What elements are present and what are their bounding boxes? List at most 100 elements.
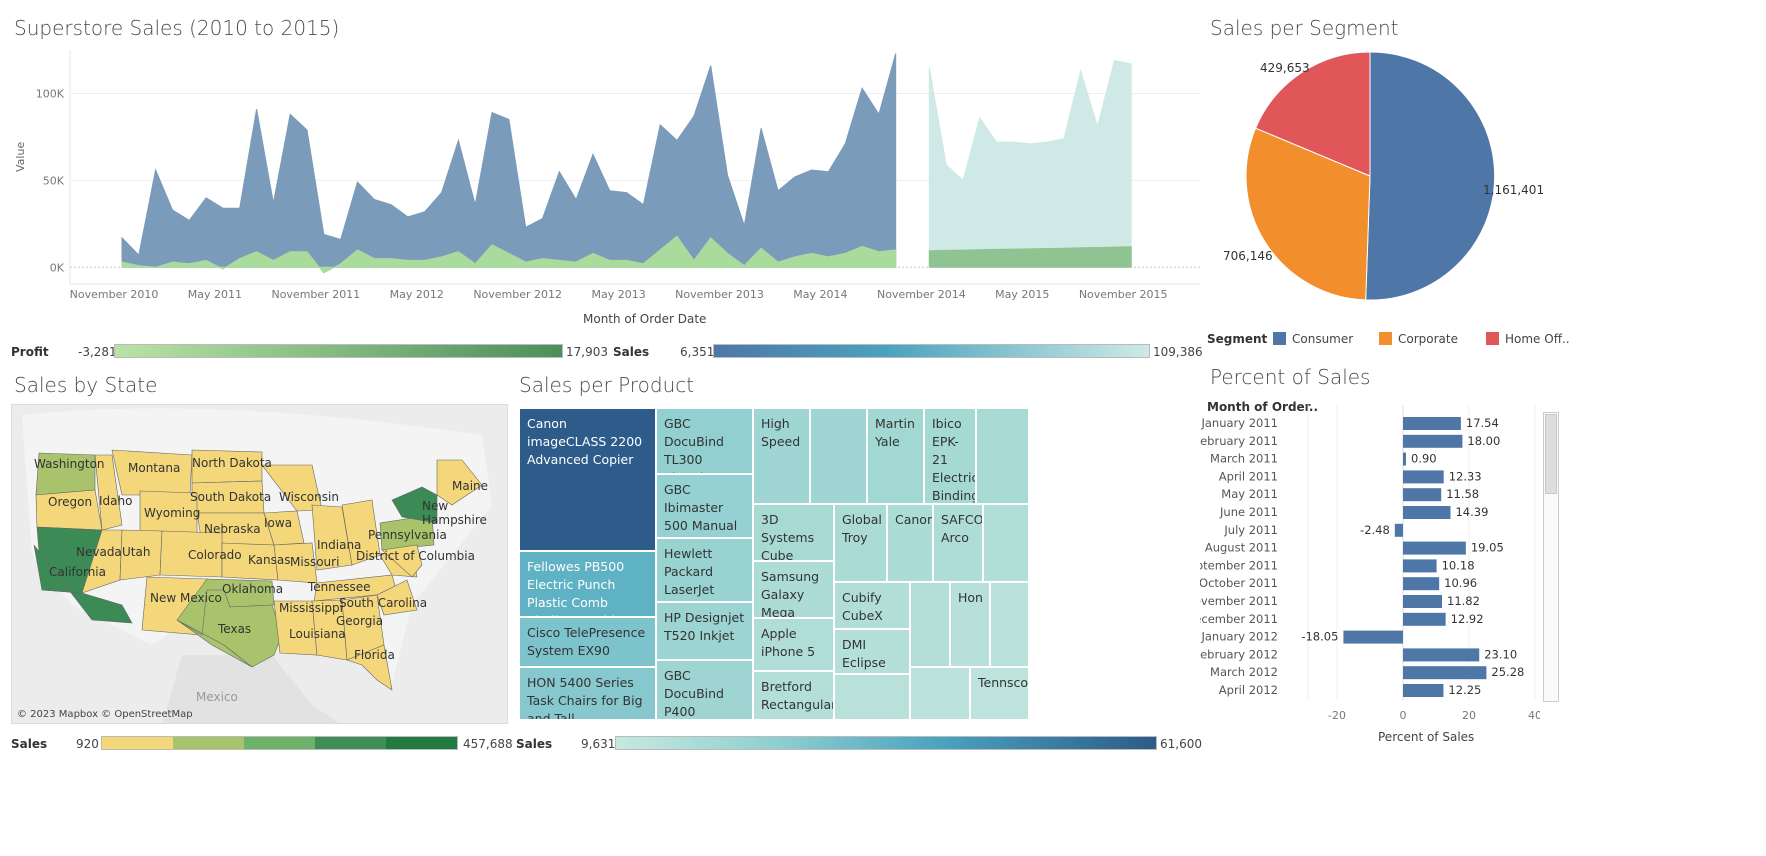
- home-office-swatch: [1486, 332, 1499, 345]
- sales-area[interactable]: [121, 53, 897, 268]
- segment-legend-title: Segment: [1207, 332, 1268, 346]
- treemap-cell[interactable]: [810, 408, 867, 504]
- percent-bar[interactable]: [1403, 417, 1461, 430]
- treemap-cell[interactable]: Apple iPhone 5: [753, 618, 834, 671]
- pie-label-corporate: 706,146: [1223, 249, 1273, 263]
- area-chart[interactable]: 100K 50K 0K November 2010 May 2011 November 2…: [0, 40, 1210, 340]
- treemap-cell[interactable]: Ibico EPK-21 Electric Binding System: [924, 408, 976, 504]
- percent-bar-value: 12.25: [1448, 683, 1481, 697]
- percent-bar[interactable]: [1403, 684, 1444, 697]
- treemap-cell[interactable]: SAFCO Arco: [933, 504, 983, 582]
- percent-bar-value: 0.90: [1411, 452, 1437, 466]
- map-credit[interactable]: © 2023 Mapbox © OpenStreetMap: [17, 709, 193, 720]
- state-label-south-dakota: South Dakota: [190, 490, 272, 504]
- treemap-cell[interactable]: GBC Ibimaster 500 Manual ProClick Bindin…: [656, 474, 753, 538]
- product-treemap[interactable]: Canon imageCLASS 2200 Advanced Copier GB…: [519, 408, 1029, 720]
- treemap-cell[interactable]: [976, 408, 1029, 504]
- area-x-tick: November 2010: [70, 288, 159, 301]
- percent-bar[interactable]: [1403, 595, 1443, 608]
- percent-bar[interactable]: [1403, 488, 1442, 502]
- treemap-cell[interactable]: Fellowes PB500 Electric Punch Plastic Co…: [519, 551, 656, 617]
- state-label-washington: Washington: [34, 457, 105, 471]
- sales-map[interactable]: Washington Montana North Dakota Oregon I…: [11, 404, 508, 724]
- percent-bar[interactable]: [1403, 541, 1466, 555]
- percent-x-tick: 0: [1400, 709, 1407, 722]
- treemap-cell[interactable]: [910, 582, 950, 667]
- treemap-cell[interactable]: Cubify CubeX 3D: [834, 582, 910, 629]
- sales-forecast-area[interactable]: [928, 59, 1132, 268]
- treemap-cell[interactable]: Bretford Rectangular: [753, 671, 834, 720]
- corporate-legend-label: Corporate: [1398, 332, 1458, 346]
- treemap-cell[interactable]: Cisco TelePresence System EX90: [519, 617, 656, 667]
- treemap-cell[interactable]: Samsung Galaxy Mega: [753, 561, 834, 618]
- percent-bar[interactable]: [1403, 506, 1451, 519]
- percent-bar[interactable]: [1403, 470, 1444, 484]
- sales-legend-min: 6,351: [680, 345, 715, 359]
- percent-scrollbar[interactable]: [1543, 412, 1559, 702]
- area-chart-title: Superstore Sales (2010 to 2015): [14, 16, 340, 40]
- percent-row-label: April 2012: [1219, 683, 1278, 697]
- percent-bar-value: 23.10: [1484, 647, 1517, 661]
- treemap-legend-max: 61,600: [1160, 737, 1202, 751]
- treemap-cell[interactable]: GBC DocuBind P400 Electric: [656, 660, 753, 720]
- treemap-cell[interactable]: Canon: [887, 504, 933, 582]
- treemap-cell[interactable]: High Speed: [753, 408, 810, 504]
- percent-bar[interactable]: [1403, 577, 1440, 591]
- percent-bar[interactable]: [1403, 648, 1480, 662]
- percent-row-label: August 2011: [1205, 541, 1278, 555]
- treemap-cell[interactable]: [983, 504, 1029, 582]
- percent-bar[interactable]: [1343, 630, 1403, 644]
- treemap-cell[interactable]: Hon: [950, 582, 990, 667]
- percent-bar[interactable]: [1403, 452, 1406, 466]
- treemap-cell[interactable]: GBC DocuBind TL300 Electric Binding Syst…: [656, 408, 753, 474]
- treemap-cell[interactable]: [910, 667, 970, 720]
- percent-row-label: July 2011: [1223, 523, 1278, 537]
- treemap-cell[interactable]: [834, 674, 910, 720]
- treemap-cell[interactable]: Global Troy: [834, 504, 887, 582]
- treemap-cell[interactable]: [990, 582, 1029, 667]
- percent-bar[interactable]: [1403, 559, 1437, 573]
- pie-slice-consumer[interactable]: [1365, 51, 1496, 301]
- pie-label-consumer: 1,161,401: [1483, 183, 1545, 197]
- state-label-indiana: Indiana: [317, 538, 362, 552]
- percent-title: Percent of Sales: [1210, 365, 1371, 389]
- profit-forecast-area[interactable]: [928, 246, 1132, 268]
- treemap-cell[interactable]: DMI Eclipse Executive: [834, 629, 910, 674]
- treemap-color-ramp: [615, 736, 1157, 750]
- percent-bar[interactable]: [1403, 612, 1446, 626]
- percent-scrollbar-thumb[interactable]: [1545, 414, 1557, 494]
- treemap-cell[interactable]: Hewlett Packard LaserJet 3310: [656, 538, 753, 602]
- treemap-cell[interactable]: HON 5400 Series Task Chairs for Big and …: [519, 667, 656, 720]
- percent-row-label: March 2011: [1210, 452, 1278, 466]
- segment-legend-corporate[interactable]: Corporate: [1379, 332, 1458, 346]
- segment-pie[interactable]: [1240, 50, 1500, 310]
- treemap-cell[interactable]: Canon imageCLASS 2200 Advanced Copier: [519, 408, 656, 551]
- treemap-cell[interactable]: Tennsco: [970, 667, 1029, 720]
- percent-bar[interactable]: [1394, 523, 1403, 537]
- state-label-nebraska: Nebraska: [204, 522, 261, 536]
- percent-bar[interactable]: [1403, 666, 1487, 680]
- state-label-oregon: Oregon: [48, 495, 93, 509]
- percent-bar-chart[interactable]: -20 0 20 40 January 2011 17.54 February 2011 18…: [1200, 405, 1540, 725]
- map-legend-label: Sales: [11, 737, 48, 751]
- state-label-kansas: Kansas: [248, 553, 291, 567]
- treemap-cell[interactable]: HP Designjet T520 Inkjet: [656, 602, 753, 660]
- treemap-legend-min: 9,631: [581, 737, 616, 751]
- percent-bar[interactable]: [1403, 434, 1463, 448]
- percent-bar-value: -2.48: [1360, 523, 1390, 537]
- segment-legend-home-office[interactable]: Home Off..: [1486, 332, 1570, 346]
- segment-legend-consumer[interactable]: Consumer: [1273, 332, 1353, 346]
- treemap-cell[interactable]: Martin Yale: [867, 408, 924, 504]
- percent-row-label: October 2011: [1200, 576, 1278, 590]
- state-label-wisconsin: Wisconsin: [279, 490, 339, 504]
- treemap-cell[interactable]: 3D Systems Cube Printer,: [753, 504, 834, 561]
- state-label-utah: Utah: [122, 545, 151, 559]
- state-label-california: California: [49, 565, 106, 579]
- percent-bar-value: 10.18: [1442, 558, 1475, 572]
- state-label-florida: Florida: [354, 648, 395, 662]
- state-label-iowa: Iowa: [264, 516, 293, 530]
- state-label-pennsylvania: Pennsylvania: [368, 528, 447, 542]
- percent-row-label: December 2011: [1200, 612, 1278, 626]
- consumer-legend-label: Consumer: [1292, 332, 1354, 346]
- map-legend-min: 920: [76, 737, 99, 751]
